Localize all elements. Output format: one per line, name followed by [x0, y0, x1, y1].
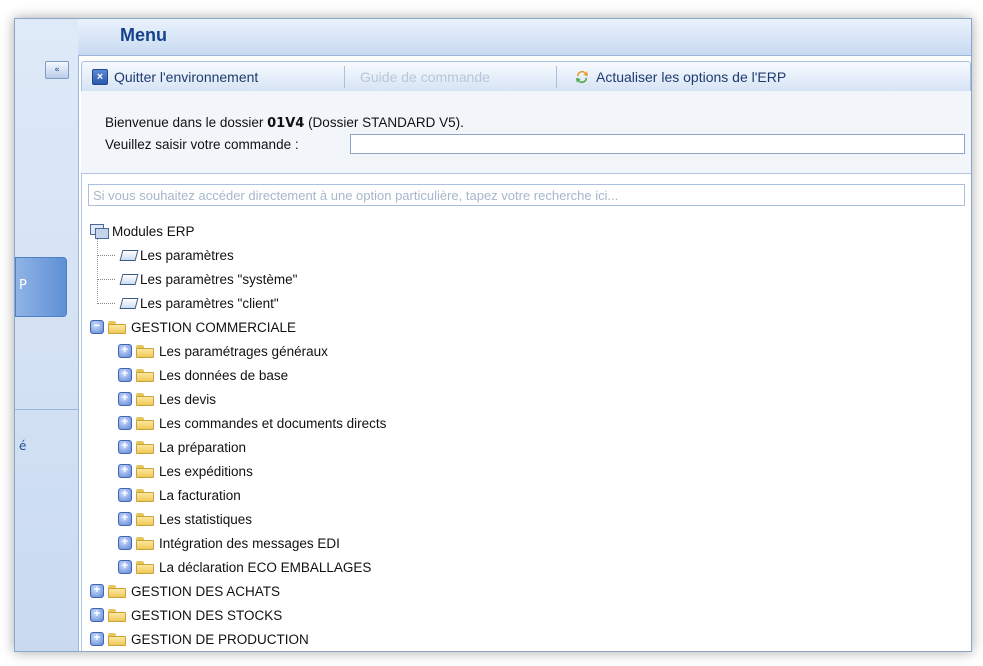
folder-icon: [108, 608, 126, 622]
plus-icon[interactable]: +: [90, 584, 104, 598]
plus-icon[interactable]: +: [118, 560, 132, 574]
welcome-message: Bienvenue dans le dossier 01V4 (Dossier …: [105, 115, 464, 131]
quit-environment-button[interactable]: × Quitter l'environnement: [92, 67, 258, 87]
folder-icon: [108, 320, 126, 334]
tree-node-label: GESTION DE PRODUCTION: [131, 631, 309, 647]
tree-node-label: La facturation: [159, 487, 241, 503]
modules-panel: Modules ERP Les paramètres Les paramètre…: [81, 173, 971, 651]
tree-node-child[interactable]: + La facturation: [118, 484, 241, 506]
tree-node-child[interactable]: + La déclaration ECO EMBALLAGES: [118, 556, 371, 578]
plus-icon[interactable]: +: [118, 392, 132, 406]
plus-icon[interactable]: +: [118, 440, 132, 454]
tree-node-child[interactable]: + Les paramétrages généraux: [118, 340, 328, 362]
tree-node-child[interactable]: + Les statistiques: [118, 508, 252, 530]
tree-node-label: Les paramètres "client": [140, 295, 279, 311]
tree-node-params[interactable]: Les paramètres: [97, 244, 234, 266]
folder-icon: [136, 512, 154, 526]
folder-icon: [136, 392, 154, 406]
param-icon: [116, 273, 136, 285]
tree-node-child[interactable]: + Les expéditions: [118, 460, 253, 482]
plus-icon[interactable]: +: [118, 344, 132, 358]
tree-node-child[interactable]: + La préparation: [118, 436, 246, 458]
welcome-suffix: (Dossier STANDARD V5).: [304, 115, 464, 130]
tree-connector: [97, 254, 115, 256]
tree-node-label: Modules ERP: [112, 223, 195, 239]
folder-icon: [108, 632, 126, 646]
tree-node-label: La déclaration ECO EMBALLAGES: [159, 559, 372, 575]
sidebar-divider: [15, 409, 78, 410]
refresh-erp-options-label: Actualiser les options de l'ERP: [596, 69, 787, 85]
tree-node-label: Les paramètres: [140, 247, 234, 263]
tree-node-child[interactable]: + Intégration des messages EDI: [118, 532, 340, 554]
tree-node-label: Les expéditions: [159, 463, 253, 479]
tree-node-label: La préparation: [159, 439, 247, 455]
plus-icon[interactable]: +: [90, 608, 104, 622]
quit-environment-label: Quitter l'environnement: [114, 69, 259, 85]
folder-icon: [136, 344, 154, 358]
pin-icon[interactable]: «: [45, 61, 69, 79]
welcome-prefix: Bienvenue dans le dossier: [105, 115, 268, 130]
page-title: Menu: [120, 25, 167, 45]
folder-icon: [136, 560, 154, 574]
dossier-code: 01V4: [267, 116, 305, 131]
refresh-erp-options-button[interactable]: Actualiser les options de l'ERP: [574, 67, 786, 87]
tree-node-gestion-production[interactable]: + GESTION DE PRODUCTION: [90, 628, 309, 650]
folder-icon: [136, 488, 154, 502]
tree-node-params-system[interactable]: Les paramètres "système": [97, 268, 297, 290]
tree-node-child[interactable]: + Les commandes et documents directs: [118, 412, 386, 434]
left-navigation-bar: « P é: [15, 19, 79, 651]
folder-icon: [108, 584, 126, 598]
tree-node-child[interactable]: + Les devis: [118, 388, 216, 410]
tree-node-label: Intégration des messages EDI: [159, 535, 340, 551]
command-label: Veuillez saisir votre commande :: [105, 137, 299, 152]
tree-node-label: Les paramètres "système": [140, 271, 298, 287]
folder-icon: [136, 368, 154, 382]
param-icon: [116, 297, 136, 309]
tree-connector: [97, 302, 115, 304]
folder-icon: [136, 416, 154, 430]
minus-icon[interactable]: −: [90, 320, 104, 334]
toolbar-separator: [344, 66, 345, 88]
modules-icon: [90, 224, 109, 239]
refresh-icon: [576, 71, 588, 83]
tree-node-label: GESTION DES STOCKS: [131, 607, 283, 623]
plus-icon[interactable]: +: [90, 632, 104, 646]
app-window: « P é Menu × Quitter l'environnement Gui…: [14, 18, 972, 652]
tree-node-label: Les commandes et documents directs: [159, 415, 387, 431]
plus-icon[interactable]: +: [118, 488, 132, 502]
folder-icon: [136, 464, 154, 478]
plus-icon[interactable]: +: [118, 512, 132, 526]
tree-node-params-client[interactable]: Les paramètres "client": [97, 292, 279, 314]
plus-icon[interactable]: +: [118, 416, 132, 430]
tree-node-label: Les statistiques: [159, 511, 253, 527]
tree-node-child[interactable]: + Les données de base: [118, 364, 288, 386]
plus-icon[interactable]: +: [118, 368, 132, 382]
toolbar-separator: [556, 66, 557, 88]
plus-icon[interactable]: +: [118, 464, 132, 478]
tree-connector: [97, 278, 115, 280]
folder-icon: [136, 536, 154, 550]
tree-node-gestion-commerciale[interactable]: − GESTION COMMERCIALE: [90, 316, 296, 338]
tree-node-gestion-achats[interactable]: + GESTION DES ACHATS: [90, 580, 280, 602]
search-input[interactable]: [88, 184, 965, 206]
plus-icon[interactable]: +: [118, 536, 132, 550]
tree-node-modules-erp[interactable]: Modules ERP: [90, 220, 195, 242]
tree-node-label: GESTION DES ACHATS: [131, 583, 281, 599]
sidebar-tab-erp-label: P: [19, 278, 27, 293]
toolbar: × Quitter l'environnement Guide de comma…: [81, 61, 971, 93]
command-input[interactable]: [350, 134, 965, 154]
folder-icon: [136, 440, 154, 454]
tree-node-label: GESTION COMMERCIALE: [131, 319, 297, 335]
sidebar-tab-erp[interactable]: P: [15, 257, 67, 317]
tree-node-gestion-stocks[interactable]: + GESTION DES STOCKS: [90, 604, 282, 626]
tree-node-label: Les données de base: [159, 367, 289, 383]
close-icon: ×: [92, 69, 108, 85]
command-guide-button[interactable]: Guide de commande: [360, 67, 490, 87]
tree-node-label: Les devis: [159, 391, 217, 407]
tree-node-label: Les paramétrages généraux: [159, 343, 328, 359]
sidebar-tab-2[interactable]: é: [19, 439, 26, 453]
param-icon: [116, 249, 136, 261]
menu-title-bar: Menu: [78, 19, 971, 56]
